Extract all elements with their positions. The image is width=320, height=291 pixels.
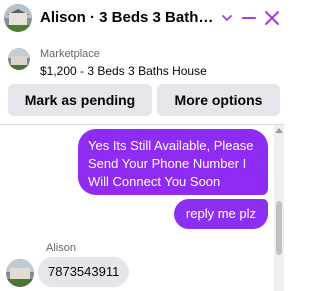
marketplace-listing[interactable]: Marketplace $1,200 - 3 Beds 3 Baths Hous…: [0, 42, 284, 82]
outgoing-message[interactable]: reply me plz: [173, 199, 268, 229]
outgoing-message[interactable]: Yes Its Still Available, Please Send You…: [78, 129, 268, 195]
thumb-lawn: [8, 65, 30, 70]
minimize-icon[interactable]: [240, 8, 258, 28]
chevron-down-icon[interactable]: [220, 9, 234, 27]
listing-title: $1,200 - 3 Beds 3 Baths House: [40, 64, 207, 78]
close-icon[interactable]: [262, 8, 282, 28]
close-glyph: [265, 11, 279, 25]
chat-header: Alison · 3 Beds 3 Baths Ho...: [0, 0, 284, 38]
scroll-up-arrow[interactable]: [275, 128, 283, 133]
listing-source-label: Marketplace: [40, 48, 100, 60]
avatar-lawn: [4, 25, 32, 32]
scroll-thumb[interactable]: [276, 201, 282, 255]
mark-as-pending-button[interactable]: Mark as pending: [8, 84, 152, 116]
sender-avatar[interactable]: [6, 259, 34, 287]
conversation-title[interactable]: Alison · 3 Beds 3 Baths Ho...: [40, 9, 216, 27]
incoming-sender-name: Alison: [46, 242, 76, 254]
thread-scrollbar[interactable]: [274, 125, 284, 291]
peer-lawn: [6, 279, 34, 287]
listing-thumbnail: [8, 48, 30, 70]
listing-avatar[interactable]: [4, 4, 32, 32]
incoming-message[interactable]: 7873543911: [38, 257, 130, 287]
more-options-button[interactable]: More options: [157, 84, 280, 116]
chevron-down-glyph: [222, 15, 232, 21]
listing-actions: Mark as pending More options: [0, 84, 284, 116]
message-thread: Yes Its Still Available, Please Send You…: [0, 125, 274, 291]
